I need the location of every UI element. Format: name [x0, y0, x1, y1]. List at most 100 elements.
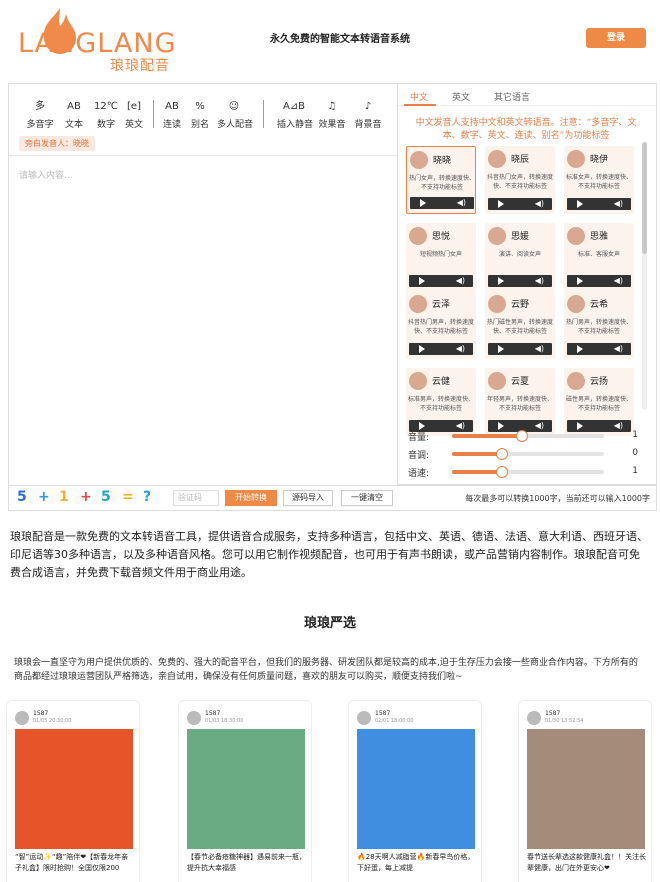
voice-card[interactable]: 云夏 年轻男声，转换速度快、不支持功能标签 ◀): [485, 368, 555, 436]
product-image[interactable]: [357, 729, 475, 849]
product-image[interactable]: [527, 729, 645, 849]
product-title[interactable]: 【春节必备疮糖神器】遇易前来一瓶，提升抗大幸福感: [187, 852, 307, 874]
sound-effect-tool[interactable]: ♫ 效果音: [315, 100, 349, 130]
product-image[interactable]: [15, 729, 133, 849]
product-title[interactable]: “智”运动✨“趣”陪伴❤【新春龙年亲子礼盒】限时抢购！全国仅限200: [15, 852, 135, 874]
voice-notice: 中文发音人支持中文和英文转语音。注意：“多音字、文本、数字、英文、连读、别名”为…: [415, 118, 637, 141]
voice-card[interactable]: 思雅 标准、客服女声 ◀): [564, 223, 634, 291]
play-icon[interactable]: [577, 422, 583, 430]
voice-description: 标准女声，转换速度快、不支持功能标签: [566, 174, 633, 190]
volume-icon[interactable]: ◀): [614, 276, 623, 286]
product-title[interactable]: 🔥28天啊人减脂营🔥新春早鸟价格，下好蛋，每上减提: [357, 852, 477, 874]
voice-card[interactable]: 思悦 短视频热门女声 ◀): [406, 223, 476, 291]
multi-speaker-tool[interactable]: ☺ 多人配音: [217, 100, 253, 130]
volume-icon[interactable]: ◀): [456, 344, 465, 354]
text-input-area[interactable]: 请输入内容...: [19, 168, 73, 181]
audio-player[interactable]: ◀): [567, 198, 631, 210]
product-card[interactable]: 1587 01/05 20:30:00 “智”运动✨“趣”陪伴❤【新春龙年亲子礼盒】…: [6, 700, 140, 882]
login-button[interactable]: 登录: [586, 28, 646, 48]
voice-card[interactable]: 云泽 抖音热门男声，转换速度快、不支持功能标签 ◀): [406, 291, 476, 359]
english-tool[interactable]: [e] 英文: [117, 100, 151, 130]
voice-list-scrollbar[interactable]: [642, 142, 647, 410]
voice-card[interactable]: 云野 热门磁性男声，转换速度快、不支持功能标签 ◀): [485, 291, 555, 359]
voice-avatar: [488, 150, 506, 168]
product-author: 1587: [33, 710, 49, 717]
volume-icon[interactable]: ◀): [614, 199, 623, 209]
play-icon[interactable]: [498, 277, 504, 285]
volume-icon[interactable]: ◀): [457, 198, 466, 208]
captcha-input[interactable]: 验证码: [173, 490, 219, 506]
play-icon[interactable]: [419, 277, 425, 285]
voice-card[interactable]: 晓辰 抖音热门女声，转换速度快、不支持功能标签 ◀): [485, 146, 555, 214]
play-icon[interactable]: [577, 277, 583, 285]
audio-player[interactable]: ◀): [567, 275, 631, 287]
play-icon[interactable]: [419, 422, 425, 430]
voice-description: 短视频热门女声: [419, 251, 462, 258]
voice-avatar: [409, 295, 427, 313]
audio-player[interactable]: ◀): [488, 343, 552, 355]
text-tool[interactable]: AB 文本: [57, 100, 91, 130]
volume-icon[interactable]: ◀): [535, 276, 544, 286]
background-music-tool[interactable]: ♪ 背景音: [351, 100, 385, 130]
volume-icon[interactable]: ◀): [456, 276, 465, 286]
voice-card[interactable]: 晓晓 热门女声，转换速度快、不支持功能标签 ◀): [406, 146, 476, 214]
product-card[interactable]: 1587 02/01 18:00:00 🔥28天啊人减脂营🔥新春早鸟价格，下好蛋，每…: [348, 700, 482, 882]
product-time: 02/01 18:00:00: [375, 718, 414, 724]
slider-knob[interactable]: [496, 466, 509, 478]
insert-silence-tool[interactable]: A⊿B 插入静音: [277, 100, 313, 130]
play-icon[interactable]: [498, 200, 504, 208]
product-card[interactable]: 1587 01/30 13:52:54 春节送长辈选这款健康礼盒！！关注长辈健康，出…: [518, 700, 652, 882]
voice-name: 云夏: [511, 377, 530, 387]
slider-track[interactable]: [452, 448, 604, 460]
volume-icon[interactable]: ◀): [614, 344, 623, 354]
audio-player[interactable]: ◀): [409, 343, 473, 355]
play-icon[interactable]: [419, 345, 425, 353]
alias-tool[interactable]: % 别名: [183, 100, 217, 130]
tool-label: 文本: [64, 120, 83, 130]
product-title[interactable]: 春节送长辈选这款健康礼盒！！关注长辈健康，出门在外更安心❤: [527, 852, 647, 874]
slider-row: 音量: 1: [408, 430, 648, 443]
convert-button[interactable]: 开始转换: [225, 490, 277, 506]
tab-english[interactable]: 英文: [452, 90, 470, 103]
slider-track[interactable]: [452, 430, 604, 442]
clear-all-button[interactable]: 一键清空: [341, 490, 393, 506]
voice-card[interactable]: 晓伊 标准女声，转换速度快、不支持功能标签 ◀): [564, 146, 634, 214]
play-icon[interactable]: [577, 200, 583, 208]
audio-player[interactable]: ◀): [409, 275, 473, 287]
voice-avatar: [567, 150, 585, 168]
voice-card[interactable]: 思媛 演讲、阅读女声 ◀): [485, 223, 555, 291]
product-card[interactable]: 1587 01/03 18:30:00 【春节必备疮糖神器】遇易前来一瓶，提升抗大幸…: [178, 700, 312, 882]
voice-card[interactable]: 云健 标准男声，转换速度快、不支持功能标签 ◀): [406, 368, 476, 436]
voice-card[interactable]: 云扬 磁性男声，转换速度快、不支持功能标签 ◀): [564, 368, 634, 436]
tab-other-languages[interactable]: 其它语言: [494, 90, 530, 103]
slider-track[interactable]: [452, 466, 604, 478]
english-icon: [e]: [127, 101, 141, 112]
voice-name: 晓晓: [433, 156, 452, 166]
play-icon[interactable]: [498, 422, 504, 430]
slider-knob[interactable]: [496, 448, 509, 460]
narrator-tag[interactable]: 旁白发音人：晓晓: [19, 136, 95, 151]
slider-knob[interactable]: [515, 430, 528, 442]
audio-player[interactable]: ◀): [410, 197, 474, 209]
polyphone-tool[interactable]: 多 多音字: [23, 100, 57, 130]
logo[interactable]: LANGLANG 琅琅配音: [18, 4, 193, 74]
slider-value: 1: [632, 466, 638, 476]
scrollbar-thumb[interactable]: [642, 142, 647, 254]
audio-player[interactable]: ◀): [488, 275, 552, 287]
play-icon[interactable]: [498, 345, 504, 353]
tool-label: 效果音: [318, 120, 346, 130]
volume-icon[interactable]: ◀): [535, 199, 544, 209]
play-icon[interactable]: [420, 199, 426, 207]
audio-player[interactable]: ◀): [488, 198, 552, 210]
volume-icon[interactable]: ◀): [535, 344, 544, 354]
import-source-button[interactable]: 源码导入: [283, 490, 333, 506]
product-image[interactable]: [187, 729, 305, 849]
play-icon[interactable]: [577, 345, 583, 353]
tab-chinese[interactable]: 中文: [410, 90, 428, 103]
voice-card[interactable]: 云希 热门男声，转换速度快、不支持功能标签 ◀): [564, 291, 634, 359]
voice-name: 晓辰: [511, 155, 530, 165]
audio-player[interactable]: ◀): [567, 343, 631, 355]
slider-value: 1: [632, 430, 638, 440]
slider-fill: [452, 470, 503, 474]
voice-description: 年轻男声，转换速度快、不支持功能标签: [487, 396, 554, 412]
